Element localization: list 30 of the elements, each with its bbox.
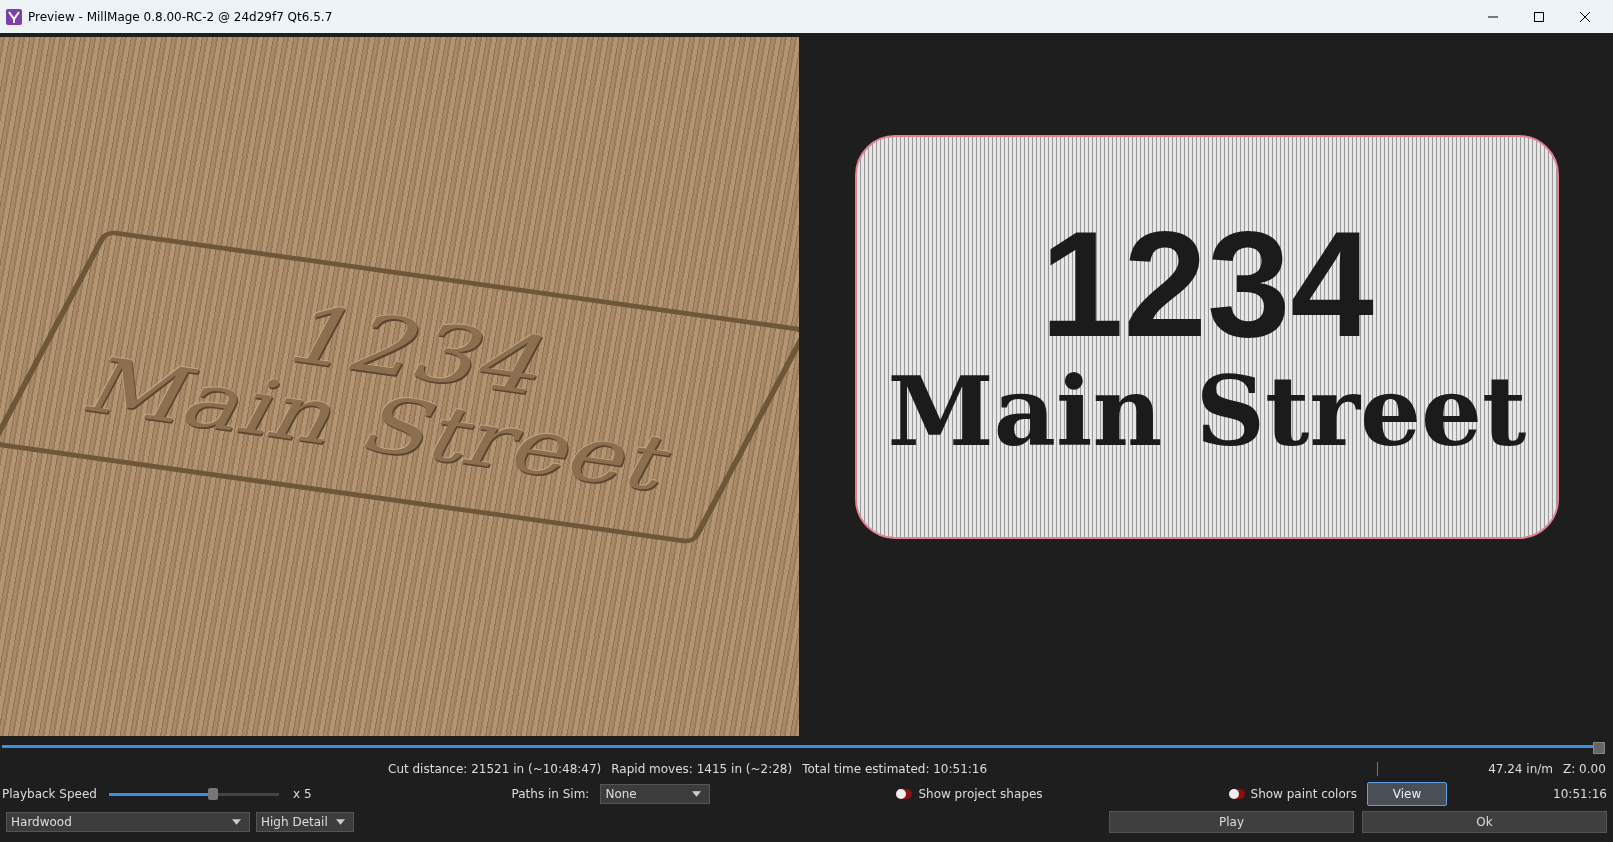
view-button[interactable]: View	[1367, 782, 1447, 806]
app-logo-icon	[6, 8, 22, 25]
ok-button[interactable]: Ok	[1362, 811, 1607, 833]
material-dropdown[interactable]: Hardwood	[6, 812, 250, 832]
elapsed-time-text: 10:51:16	[1553, 787, 1607, 801]
caret-icon	[336, 819, 345, 825]
progress-handle[interactable]	[1593, 742, 1605, 754]
window-title: Preview - MillMage 0.8.00-RC-2 @ 24d29f7 Qt6.5.7	[28, 9, 333, 24]
detail-dropdown[interactable]: High Detail	[256, 812, 354, 832]
speed-reading: x 5	[293, 787, 312, 801]
paths-in-sim-label: Paths in Sim:	[511, 787, 590, 801]
rapid-moves-text: Rapid moves: 1415 in (~2:28)	[611, 762, 793, 776]
toolpath-plate-drawing: 1234 Main Street	[855, 134, 1559, 539]
z-position-text: Z: 0.00	[1563, 762, 1606, 776]
paths-in-sim-dropdown[interactable]: None	[600, 784, 711, 804]
toggle-switch[interactable]	[896, 789, 913, 799]
caret-icon	[232, 819, 241, 825]
play-button[interactable]: Play	[1109, 811, 1354, 833]
feed-rate-text: 47.24 in/m	[1488, 762, 1553, 776]
progress-track[interactable]	[2, 742, 1605, 752]
caret-icon	[692, 791, 702, 797]
slider-thumb[interactable]	[207, 787, 218, 800]
maximize-icon[interactable]	[1533, 10, 1545, 23]
close-icon[interactable]	[1579, 10, 1591, 23]
cut-distance-text: Cut distance: 21521 in (~10:48:47)	[388, 762, 602, 776]
toggle-switch[interactable]	[1228, 789, 1245, 799]
toggle-label: Show paint colors	[1250, 787, 1357, 801]
total-time-text: Total time estimated: 10:51:16	[802, 762, 988, 776]
playback-speed-label: Playback Speed	[2, 787, 97, 801]
toggle-label: Show project shapes	[918, 787, 1043, 801]
